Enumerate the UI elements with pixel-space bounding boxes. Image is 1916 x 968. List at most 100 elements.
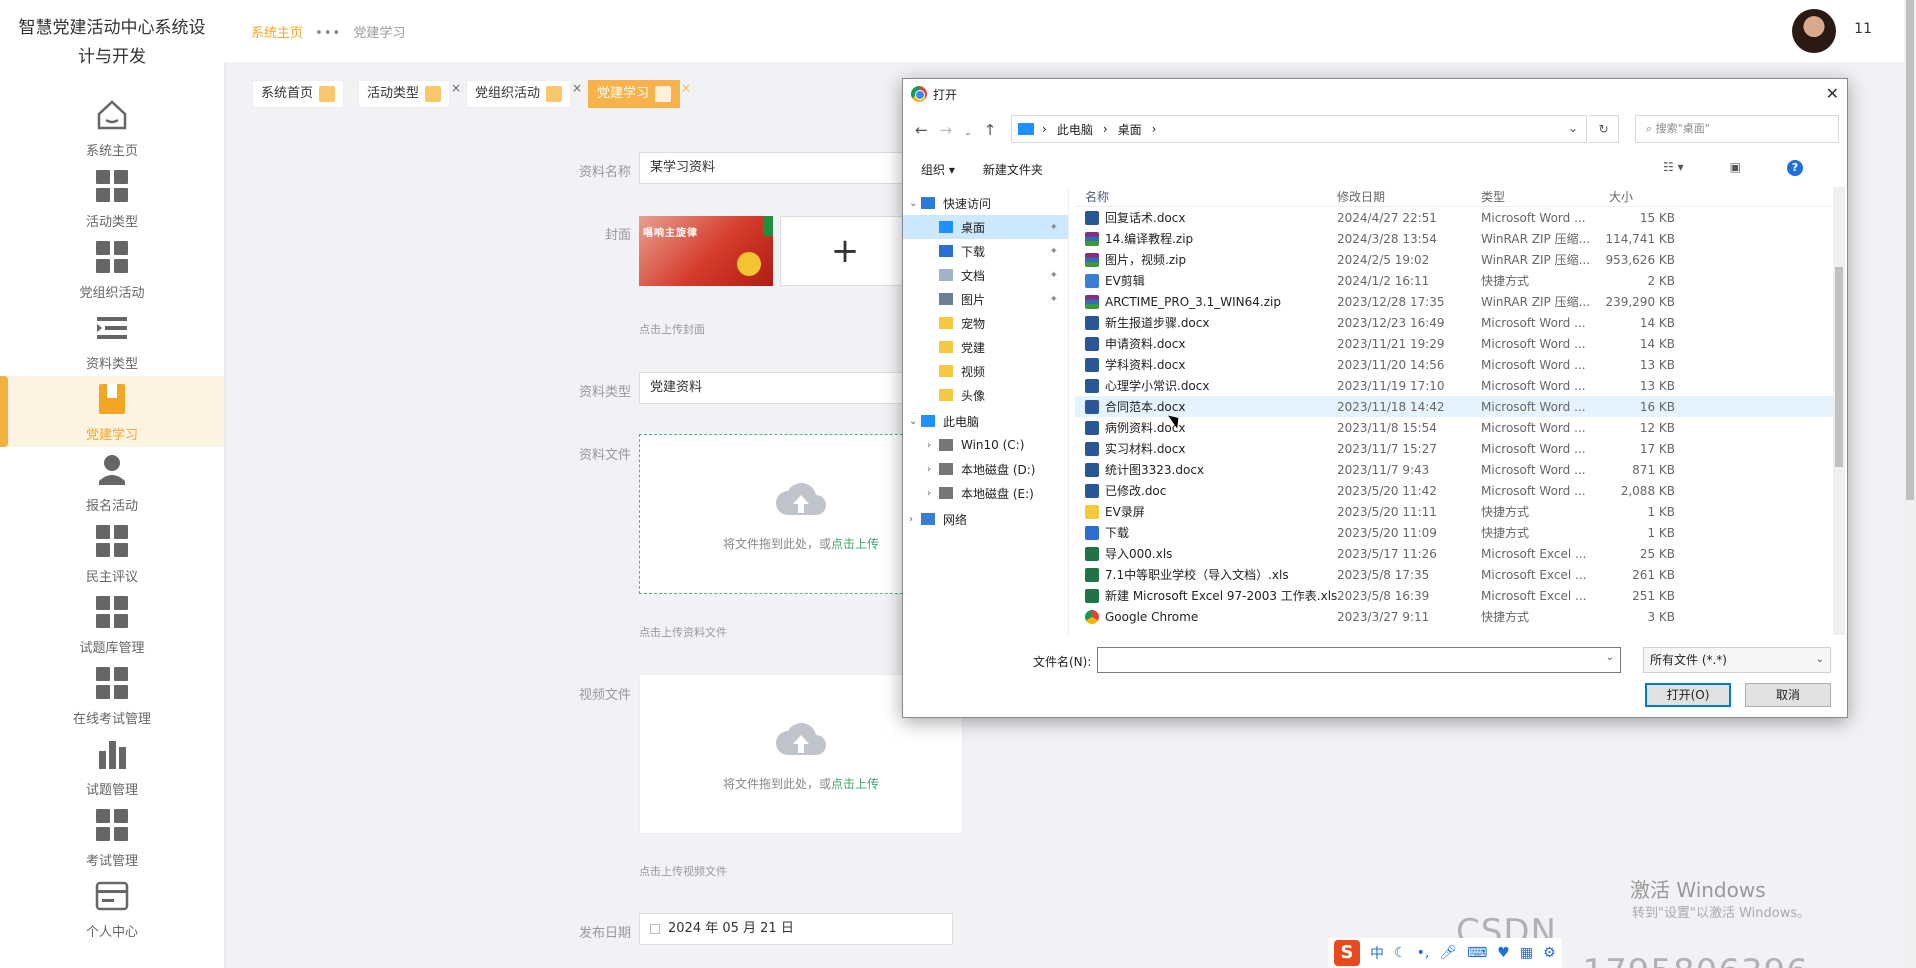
close-icon[interactable]: × bbox=[451, 75, 461, 101]
sidebar-item[interactable]: 在线考试管理 bbox=[0, 660, 224, 731]
sidebar-item[interactable]: 民主评议 bbox=[0, 518, 224, 589]
tag-party-study[interactable]: 党建学习 × bbox=[588, 80, 691, 108]
expand-icon[interactable]: ⌄ bbox=[909, 416, 921, 427]
refresh-icon[interactable]: ↻ bbox=[1589, 115, 1619, 143]
close-icon[interactable]: × bbox=[572, 75, 582, 101]
ime-mode[interactable]: 中 bbox=[1370, 943, 1384, 963]
forward-arrow-icon[interactable]: → bbox=[940, 121, 965, 139]
sidebar-item[interactable]: 报名活动 bbox=[0, 447, 224, 518]
tree-item[interactable]: 下载 ✦ bbox=[903, 239, 1068, 263]
open-button[interactable]: 打开(O) bbox=[1645, 683, 1731, 707]
file-row[interactable]: 合同范本.docx 2023/11/18 14:42 Microsoft Word … bbox=[1075, 396, 1833, 417]
file-row[interactable]: 导入000.xls 2023/5/17 11:26 Microsoft Excel … bbox=[1075, 543, 1833, 564]
sidebar-item[interactable]: 活动类型 bbox=[0, 163, 224, 234]
file-row[interactable]: 回复话术.docx 2024/4/27 22:51 Microsoft Word .… bbox=[1075, 207, 1833, 228]
file-row[interactable]: EV录屏 2023/5/20 11:11 快捷方式 1 KB bbox=[1075, 501, 1833, 522]
tree-item[interactable]: › 本地磁盘 (E:) bbox=[903, 481, 1068, 505]
new-folder-button[interactable]: 新建文件夹 bbox=[983, 161, 1043, 178]
expand-icon[interactable]: › bbox=[927, 488, 939, 499]
column-name[interactable]: 名称 bbox=[1075, 188, 1337, 205]
sidebar-item[interactable]: 试题库管理 bbox=[0, 589, 224, 660]
tree-item[interactable]: 头像 bbox=[903, 383, 1068, 407]
file-row[interactable]: 新建 Microsoft Excel 97-2003 工作表.xls 2023/5… bbox=[1075, 585, 1833, 606]
moon-icon[interactable]: ☾ bbox=[1394, 945, 1407, 961]
file-list-scrollbar[interactable] bbox=[1833, 187, 1845, 635]
tree-item[interactable]: 文档 ✦ bbox=[903, 263, 1068, 287]
path-this-pc[interactable]: 此电脑 bbox=[1057, 121, 1093, 138]
cancel-button[interactable]: 取消 bbox=[1745, 683, 1831, 707]
organize-button[interactable]: 组织 ▾ bbox=[921, 161, 955, 178]
file-row[interactable]: Google Chrome 2023/3/27 9:11 快捷方式 3 KB bbox=[1075, 606, 1833, 627]
expand-icon[interactable]: › bbox=[927, 440, 939, 451]
tree-item[interactable]: 视频 bbox=[903, 359, 1068, 383]
sidebar-item[interactable]: 个人中心 bbox=[0, 873, 224, 944]
expand-icon[interactable]: ⌄ bbox=[909, 198, 921, 209]
tag-home[interactable]: 系统首页 bbox=[252, 80, 345, 108]
file-row[interactable]: ARCTIME_PRO_3.1_WIN64.zip 2023/12/28 17:3… bbox=[1075, 291, 1833, 312]
help-icon[interactable]: ? bbox=[1787, 160, 1803, 176]
tree-item[interactable]: › 本地磁盘 (D:) bbox=[903, 457, 1068, 481]
file-row[interactable]: 新生报道步骤.docx 2023/12/23 16:49 Microsoft Wor… bbox=[1075, 312, 1833, 333]
file-row[interactable]: 心理学小常识.docx 2023/11/19 17:10 Microsoft Wor… bbox=[1075, 375, 1833, 396]
tree-item[interactable]: ⌄ 此电脑 bbox=[903, 409, 1068, 433]
view-options-icon[interactable]: ☷ ▾ bbox=[1663, 160, 1684, 176]
up-arrow-icon[interactable]: ↑ bbox=[984, 121, 1009, 139]
column-date[interactable]: 修改日期 bbox=[1337, 188, 1481, 205]
breadcrumb-home[interactable]: 系统主页 bbox=[251, 26, 303, 41]
chevron-down-icon[interactable]: ⌄ bbox=[1568, 121, 1578, 135]
tree-item[interactable]: ⌄ 快速访问 bbox=[903, 191, 1068, 215]
preview-pane-icon[interactable]: ▣ bbox=[1730, 160, 1741, 176]
sidebar-item[interactable]: 系统主页 bbox=[0, 92, 224, 163]
file-row[interactable]: 学科资料.docx 2023/11/20 14:56 Microsoft Word … bbox=[1075, 354, 1833, 375]
file-row[interactable]: 7.1中等职业学校（导入文档）.xls 2023/5/8 17:35 Microso… bbox=[1075, 564, 1833, 585]
file-row[interactable]: 实习材料.docx 2023/11/7 15:27 Microsoft Word .… bbox=[1075, 438, 1833, 459]
upload-link[interactable]: 点击上传 bbox=[831, 777, 879, 791]
keyboard-icon[interactable]: ⌨︎ bbox=[1467, 945, 1487, 961]
tree-item[interactable]: › 网络 bbox=[903, 507, 1068, 531]
tag-org-activity[interactable]: 党组织活动 × bbox=[466, 80, 582, 108]
filename-input[interactable]: ⌄ bbox=[1097, 647, 1621, 673]
page-scrollbar[interactable] bbox=[1904, 0, 1916, 968]
dialog-titlebar[interactable]: 打开 bbox=[903, 79, 1847, 109]
file-row[interactable]: 14.编译教程.zip 2024/3/28 13:54 WinRAR ZIP 压缩.… bbox=[1075, 228, 1833, 249]
close-icon[interactable]: ✕ bbox=[1826, 84, 1839, 103]
sidebar-item[interactable]: 党建学习 bbox=[0, 376, 224, 447]
tree-item[interactable]: 党建 bbox=[903, 335, 1068, 359]
chevron-down-icon[interactable]: ⌄ bbox=[1606, 652, 1614, 663]
toolbox-icon[interactable]: ▦ bbox=[1520, 945, 1533, 961]
file-row[interactable]: 下载 2023/5/20 11:09 快捷方式 1 KB bbox=[1075, 522, 1833, 543]
filetype-select[interactable]: 所有文件 (*.*) ⌄ bbox=[1643, 647, 1831, 673]
back-arrow-icon[interactable]: ← bbox=[915, 121, 940, 139]
close-icon[interactable]: × bbox=[681, 75, 691, 101]
file-row[interactable]: 统计图3323.docx 2023/11/7 9:43 Microsoft Word… bbox=[1075, 459, 1833, 480]
address-bar[interactable]: › 此电脑 › 桌面 › ⌄ bbox=[1011, 115, 1587, 143]
punctuation-icon[interactable]: •, bbox=[1417, 945, 1430, 961]
expand-icon[interactable]: › bbox=[909, 514, 921, 525]
sidebar-item[interactable]: 党组织活动 bbox=[0, 234, 224, 305]
file-row[interactable]: EV剪辑 2024/1/2 16:11 快捷方式 2 KB bbox=[1075, 270, 1833, 291]
tag-activity-type[interactable]: 活动类型 × bbox=[358, 80, 461, 108]
sidebar-item[interactable]: 试题管理 bbox=[0, 731, 224, 802]
path-desktop[interactable]: 桌面 bbox=[1118, 121, 1142, 138]
tree-item[interactable]: 宠物 bbox=[903, 311, 1068, 335]
upload-link[interactable]: 点击上传 bbox=[831, 537, 879, 551]
date-picker[interactable]: 2024 年 05 月 21 日 bbox=[639, 913, 953, 945]
recent-dropdown-icon[interactable]: ⌄ bbox=[964, 128, 984, 138]
tree-item[interactable]: 图片 ✦ bbox=[903, 287, 1068, 311]
settings-icon[interactable]: ⚙ bbox=[1543, 945, 1556, 961]
column-size[interactable]: 大小 bbox=[1601, 188, 1675, 205]
scroll-thumb[interactable] bbox=[1835, 267, 1843, 467]
add-cover-button[interactable]: + bbox=[780, 216, 910, 286]
cover-image[interactable]: 唱响主旋律 bbox=[639, 216, 773, 286]
sidebar-item[interactable]: 考试管理 bbox=[0, 802, 224, 873]
file-row[interactable]: 已修改.doc 2023/5/20 11:42 Microsoft Word ...… bbox=[1075, 480, 1833, 501]
avatar[interactable] bbox=[1792, 9, 1836, 53]
tree-item[interactable]: › Win10 (C:) bbox=[903, 433, 1068, 457]
microphone-icon[interactable]: 🎤︎ bbox=[1439, 945, 1457, 961]
scroll-thumb[interactable] bbox=[1906, 0, 1914, 500]
column-type[interactable]: 类型 bbox=[1481, 188, 1601, 205]
sogou-logo-icon[interactable]: S bbox=[1334, 940, 1360, 966]
tree-item[interactable]: 桌面 ✦ bbox=[903, 215, 1068, 239]
expand-icon[interactable]: › bbox=[927, 464, 939, 475]
file-row[interactable]: 病例资料.docx 2023/11/8 15:54 Microsoft Word .… bbox=[1075, 417, 1833, 438]
